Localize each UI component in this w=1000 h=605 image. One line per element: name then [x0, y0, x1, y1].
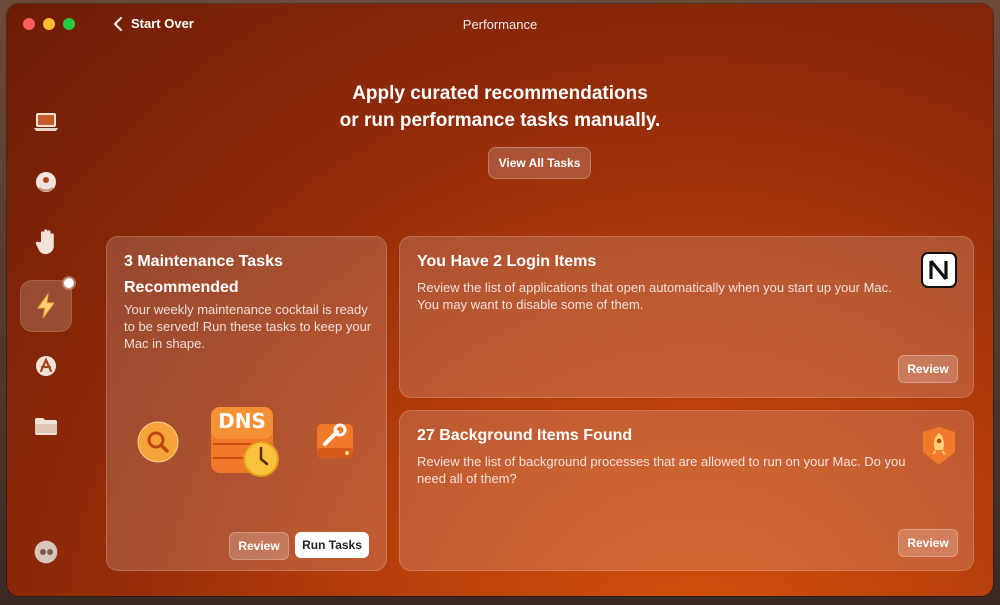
sidebar-item-privacy[interactable]: [20, 216, 72, 268]
app-store-icon: [36, 356, 56, 376]
lightning-icon: [37, 293, 55, 319]
app-window: Start Over Performance Apply curated rec…: [7, 4, 993, 596]
login-items-card: You Have 2 Login Items Review the list o…: [399, 236, 974, 398]
notification-dot: [64, 278, 74, 288]
background-items-description: Review the list of background processes …: [417, 454, 906, 486]
dns-label: DNS: [218, 409, 266, 433]
login-items-review-button[interactable]: Review: [898, 355, 958, 383]
shield-icon: [36, 172, 56, 192]
folder-icon: [35, 418, 57, 435]
maintenance-review-button[interactable]: Review: [229, 532, 289, 560]
background-items-review-button[interactable]: Review: [898, 529, 958, 557]
maintenance-description: Your weekly maintenance cocktail is read…: [124, 302, 372, 351]
sidebar-item-performance[interactable]: [20, 278, 74, 332]
sidebar-item-protection[interactable]: [20, 156, 72, 208]
dns-flush-icon: DNS: [209, 405, 279, 483]
background-items-card: 27 Background Items Found Review the lis…: [399, 410, 974, 571]
sidebar-item-applications[interactable]: [20, 340, 72, 392]
assistant-icon: [34, 540, 58, 564]
maintenance-title: 3 Maintenance Tasks Recommended: [124, 253, 283, 296]
login-items-description: Review the list of applications that ope…: [417, 280, 892, 312]
sidebar-item-files[interactable]: [20, 400, 72, 452]
magnifier-icon: [137, 421, 179, 463]
background-items-title: 27 Background Items Found: [417, 427, 633, 444]
sidebar-item-assistant[interactable]: [20, 526, 72, 578]
login-items-title: You Have 2 Login Items: [417, 253, 597, 270]
disk-repair-icon: [317, 423, 353, 458]
headline-line-1: Apply curated recommendations: [352, 83, 648, 104]
notion-app-icon: [921, 252, 957, 288]
window-title: Performance: [462, 17, 538, 32]
rocket-icon: [923, 427, 955, 465]
maintenance-card: 3 Maintenance Tasks Recommended Your wee…: [106, 236, 387, 571]
run-tasks-button[interactable]: Run Tasks: [295, 532, 369, 558]
page-headline: Apply curated recommendations or run per…: [7, 80, 993, 134]
view-all-tasks-button[interactable]: View All Tasks: [488, 147, 591, 179]
hand-icon: [35, 229, 54, 254]
headline-line-2: or run performance tasks manually.: [339, 110, 661, 131]
